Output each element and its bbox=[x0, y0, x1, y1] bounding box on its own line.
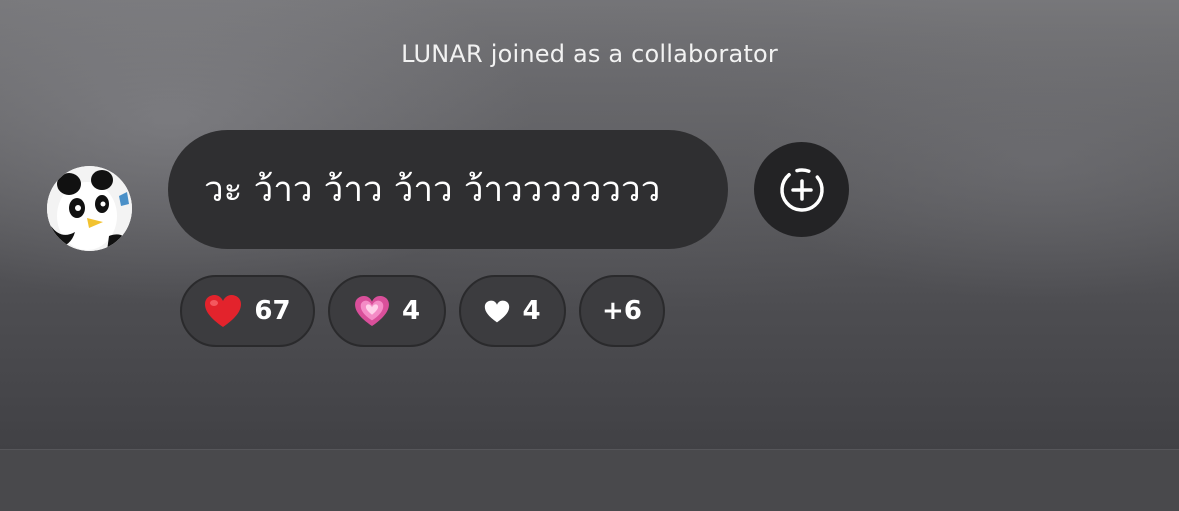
reaction-pink-heart[interactable]: 4 bbox=[328, 275, 446, 347]
sender-avatar[interactable] bbox=[47, 166, 132, 251]
bottom-bar bbox=[0, 449, 1179, 511]
panda-avatar-icon bbox=[47, 166, 132, 251]
reaction-white-heart[interactable]: 4 bbox=[459, 275, 566, 347]
chat-screen: LUNAR joined as a collaborator วะ ว้าว ว… bbox=[0, 0, 1179, 511]
add-reaction-button[interactable] bbox=[754, 142, 849, 237]
add-reaction-icon bbox=[779, 167, 824, 212]
message-text: วะ ว้าว ว้าว ว้าว ว้าวววววววว bbox=[204, 170, 661, 210]
reaction-red-heart[interactable]: 67 bbox=[180, 275, 315, 347]
pink-heart-icon bbox=[354, 295, 390, 327]
reaction-count: 67 bbox=[254, 296, 291, 326]
red-heart-icon bbox=[204, 294, 242, 328]
message-bubble[interactable]: วะ ว้าว ว้าว ว้าว ว้าวววววววว bbox=[168, 130, 728, 249]
white-heart-icon bbox=[484, 300, 510, 323]
more-reactions-count: +6 bbox=[602, 296, 642, 326]
reaction-count: 4 bbox=[522, 296, 541, 326]
more-reactions-button[interactable]: +6 bbox=[579, 275, 665, 347]
reaction-count: 4 bbox=[401, 296, 421, 326]
system-message: LUNAR joined as a collaborator bbox=[401, 40, 778, 68]
